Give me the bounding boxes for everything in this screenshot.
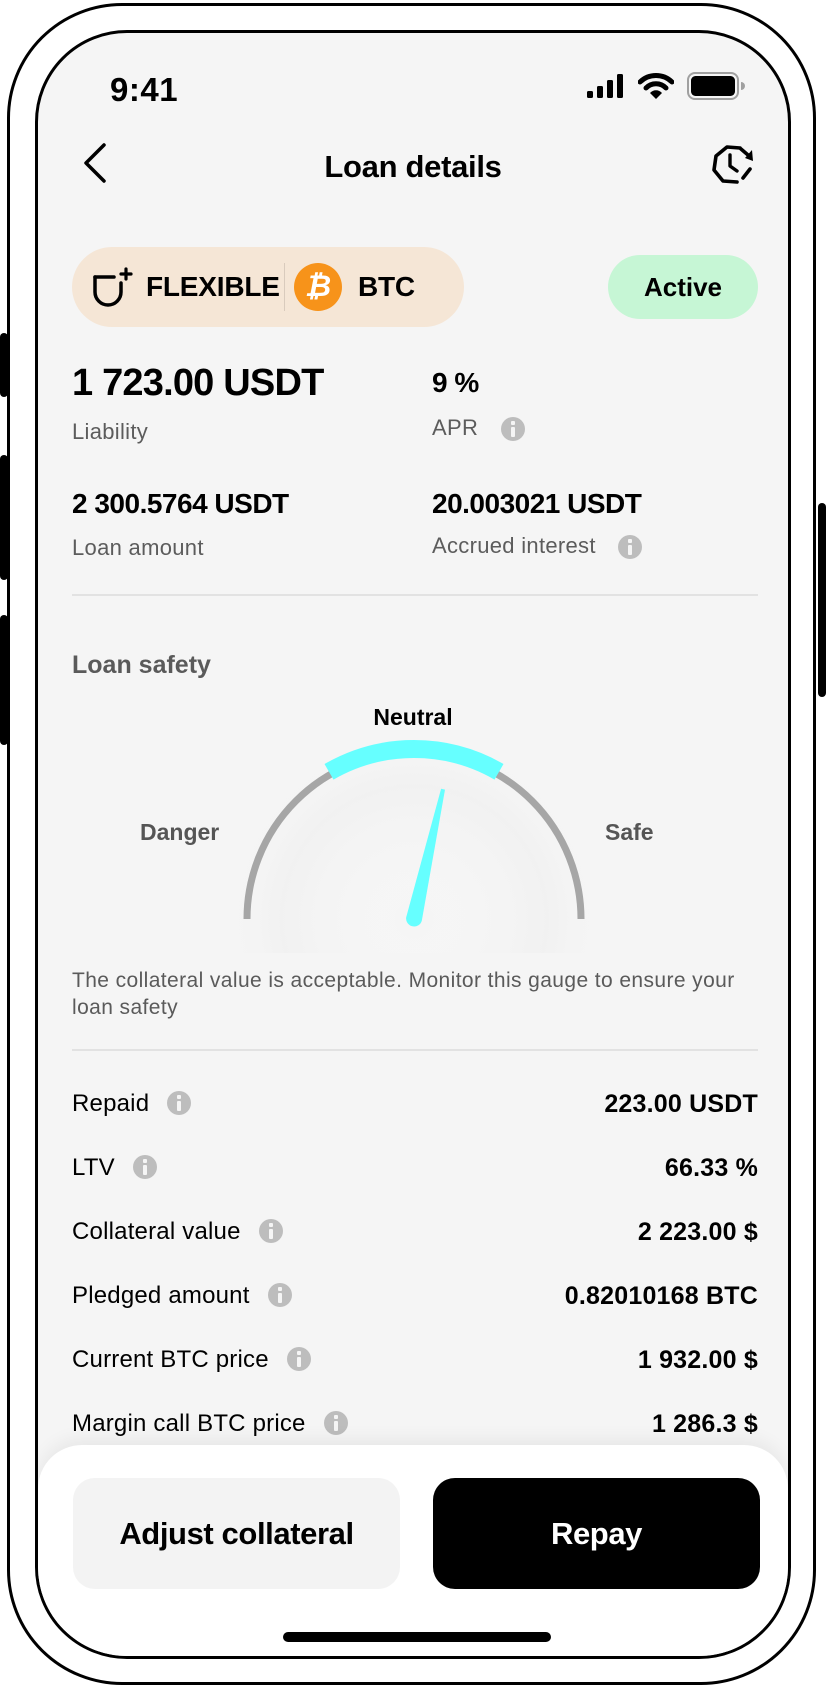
info-icon[interactable] [323,1410,348,1435]
info-icon[interactable] [167,1090,192,1115]
safety-gauge [224,729,604,953]
detail-value: 0.82010168 BTC [564,1282,758,1310]
safety-description: The collateral value is acceptable. Moni… [72,969,735,1019]
repay-button[interactable]: Repay [433,1478,760,1589]
detail-value: 2 223.00 $ [637,1218,758,1246]
bottom-action-sheet: Adjust collateral Repay [38,1445,788,1656]
detail-label-group: Margin call BTC price [72,1410,348,1438]
detail-label: Pledged amount [72,1282,250,1309]
detail-row: LTV 66.33 % [72,1150,758,1190]
detail-row: Repaid 223.00 USDT [72,1086,758,1126]
detail-label: Current BTC price [72,1346,269,1373]
detail-label-group: Repaid [72,1090,192,1118]
detail-label-group: Current BTC price [72,1346,311,1374]
detail-label-group: LTV [72,1154,157,1182]
info-icon[interactable] [132,1154,157,1179]
detail-value: 223.00 USDT [604,1090,758,1118]
phone-power-button [818,503,826,697]
detail-label-group: Collateral value [72,1218,283,1246]
info-icon[interactable] [286,1346,311,1371]
detail-value: 66.33 % [664,1154,758,1182]
home-indicator[interactable] [283,1632,551,1642]
info-icon[interactable] [258,1218,283,1243]
detail-row: Pledged amount 0.82010168 BTC [72,1278,758,1318]
detail-row: Current BTC price 1 932.00 $ [72,1342,758,1382]
phone-screen: 9:41 Loan details FLEXIBLE ₿ BTC Active … [35,30,791,1659]
detail-label: Margin call BTC price [72,1410,306,1437]
detail-row: Collateral value 2 223.00 $ [72,1214,758,1254]
detail-value: 1 286.3 $ [651,1410,758,1438]
safety-divider [72,1049,758,1051]
adjust-collateral-button[interactable]: Adjust collateral [73,1478,400,1589]
detail-value: 1 932.00 $ [637,1346,758,1374]
detail-label-group: Pledged amount [72,1282,292,1310]
detail-label: Collateral value [72,1218,241,1245]
detail-label: LTV [72,1154,115,1181]
detail-label: Repaid [72,1090,150,1117]
info-icon[interactable] [267,1282,292,1307]
detail-row: Margin call BTC price 1 286.3 $ [72,1406,758,1446]
